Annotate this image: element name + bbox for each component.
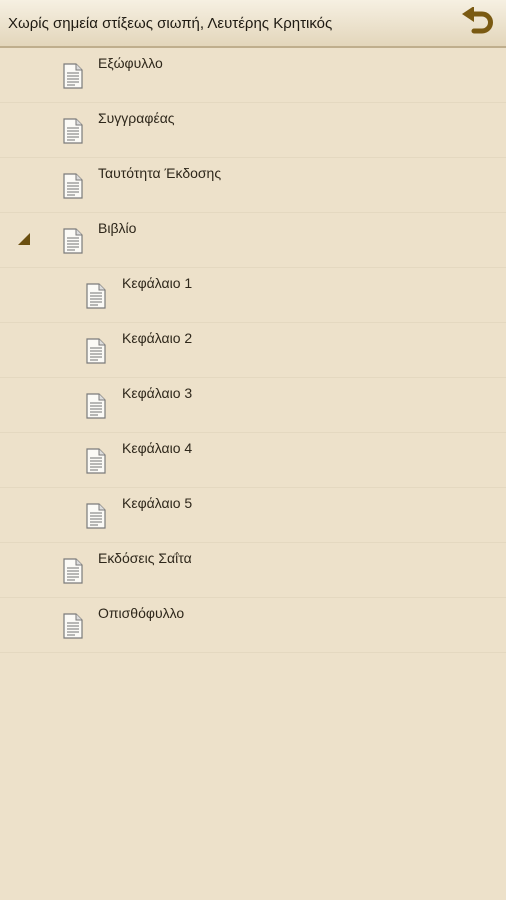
toc-item-label: Κεφάλαιο 4 [122, 440, 193, 456]
toc-item-label: Κεφάλαιο 2 [122, 330, 193, 346]
toc-item-author[interactable]: Συγγραφέας [0, 103, 506, 158]
toc-item-label: Κεφάλαιο 1 [122, 275, 193, 291]
toc-item-chapter-1[interactable]: Κεφάλαιο 1 [0, 268, 506, 323]
toc-item-back-cover[interactable]: Οπισθόφυλλο [0, 598, 506, 653]
toc-item-label: Οπισθόφυλλο [98, 605, 185, 621]
toc-item-book[interactable]: Βιβλίο [0, 213, 506, 268]
toc-item-label: Ταυτότητα Έκδοσης [98, 165, 222, 181]
document-icon [86, 393, 106, 419]
expanded-triangle-icon[interactable] [17, 232, 31, 246]
back-button[interactable] [460, 6, 496, 41]
toc-item-label: Συγγραφέας [98, 110, 175, 126]
toc-item-chapter-3[interactable]: Κεφάλαιο 3 [0, 378, 506, 433]
toc-item-label: Εξώφυλλο [98, 55, 163, 71]
document-icon [63, 558, 83, 584]
toc-item-chapter-2[interactable]: Κεφάλαιο 2 [0, 323, 506, 378]
app-header: Χωρίς σημεία στίξεως σιωπή, Λευτέρης Κρη… [0, 0, 506, 48]
document-icon [63, 63, 83, 89]
toc-item-label: Κεφάλαιο 3 [122, 385, 193, 401]
toc-item-edition-info[interactable]: Ταυτότητα Έκδοσης [0, 158, 506, 213]
document-icon [63, 613, 83, 639]
document-icon [63, 173, 83, 199]
toc-item-label: Βιβλίο [98, 220, 137, 236]
toc-item-label: Εκδόσεις Σαΐτα [98, 550, 192, 566]
document-icon [86, 338, 106, 364]
document-icon [86, 503, 106, 529]
toc-item-publisher[interactable]: Εκδόσεις Σαΐτα [0, 543, 506, 598]
document-icon [86, 448, 106, 474]
toc-item-chapter-4[interactable]: Κεφάλαιο 4 [0, 433, 506, 488]
table-of-contents: Εξώφυλλο Συγγραφέας Ταυτότητα Έκδοσης Βι… [0, 48, 506, 653]
book-title: Χωρίς σημεία στίξεως σιωπή, Λευτέρης Κρη… [8, 15, 333, 32]
document-icon [63, 118, 83, 144]
document-icon [63, 228, 83, 254]
document-icon [86, 283, 106, 309]
toc-item-cover[interactable]: Εξώφυλλο [0, 48, 506, 103]
toc-item-chapter-5[interactable]: Κεφάλαιο 5 [0, 488, 506, 543]
undo-arrow-icon [462, 6, 493, 34]
toc-item-label: Κεφάλαιο 5 [122, 495, 193, 511]
